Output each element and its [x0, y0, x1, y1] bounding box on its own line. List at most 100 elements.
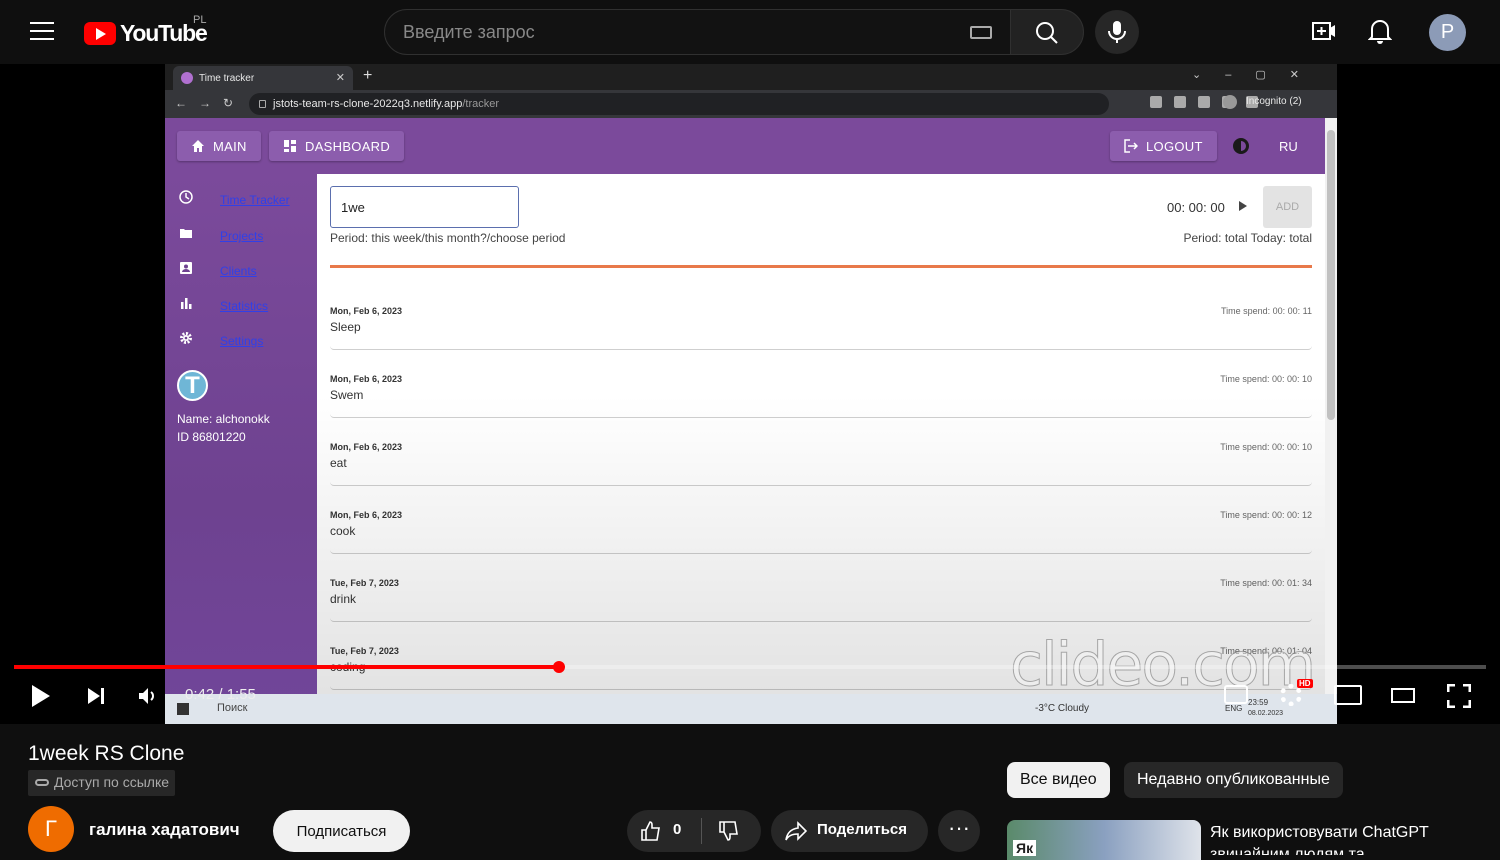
thumbs-up-icon[interactable]	[641, 821, 661, 841]
progress-bar[interactable]	[14, 661, 1486, 673]
extension-icons[interactable]	[1150, 96, 1258, 108]
folder-icon	[180, 229, 192, 238]
browser-nav-icons[interactable]: ←→↻	[175, 96, 245, 110]
windows-start-icon	[177, 703, 189, 715]
language-switch[interactable]: RU	[1279, 139, 1298, 154]
channel-name[interactable]: галина хадатович	[89, 820, 240, 840]
sidebar-link-settings[interactable]: Settings	[220, 334, 263, 348]
task-entry[interactable]: Mon, Feb 6, 2023 eat Time spend: 00: 00:…	[330, 442, 1312, 486]
microphone-icon	[1108, 21, 1126, 43]
contact-icon	[180, 262, 192, 274]
region-code: PL	[193, 14, 207, 26]
task-entry[interactable]: Mon, Feb 6, 2023 Swem Time spend: 00: 00…	[330, 374, 1312, 418]
link-icon	[35, 779, 49, 786]
user-name: Name: alchonokk	[177, 412, 270, 426]
thumbs-down-icon[interactable]	[719, 821, 739, 841]
search-input[interactable]	[403, 10, 963, 54]
recommended-video-title[interactable]: Як використовувати ChatGPT звичайним люд…	[1210, 822, 1480, 855]
progress-scrubber[interactable]	[552, 661, 565, 673]
sidebar-item-time-tracker[interactable]: Time Tracker	[165, 190, 317, 210]
taskbar-date: 08.02.2023	[1248, 710, 1284, 717]
sidebar-link-projects[interactable]: Projects	[220, 229, 263, 243]
theme-toggle-icon[interactable]	[1233, 138, 1249, 154]
sidebar-link-statistics[interactable]: Statistics	[220, 299, 268, 313]
sidebar-item-statistics[interactable]: Statistics	[165, 296, 317, 316]
window-controls[interactable]: ⌄–▢✕	[1192, 68, 1323, 81]
like-separator	[701, 818, 702, 844]
like-count: 0	[673, 821, 682, 838]
gear-icon	[180, 332, 192, 344]
translate-icon[interactable]	[1150, 96, 1162, 108]
search-box	[384, 9, 1011, 55]
tab-close-icon[interactable]: ✕	[336, 71, 345, 84]
next-video-icon[interactable]	[86, 686, 106, 706]
clock-icon	[179, 190, 193, 204]
main-button[interactable]: MAIN	[177, 131, 261, 161]
incognito-label[interactable]: Incognito (2)	[1246, 96, 1302, 107]
chip-all-videos[interactable]: Все видео	[1007, 762, 1110, 798]
timer-display: 00: 00: 00	[1167, 200, 1225, 215]
visibility-badge: Доступ по ссылке	[28, 770, 176, 796]
user-avatar: T	[177, 370, 208, 401]
youtube-logo[interactable]: YouTube	[84, 20, 208, 47]
url-field[interactable]: jstots-team-rs-clone-2022q3.netlify.app/…	[249, 93, 1109, 115]
tab-favicon-icon	[181, 72, 193, 84]
logout-button[interactable]: LOGOUT	[1110, 131, 1217, 161]
search-icon	[1036, 22, 1058, 44]
theater-mode-icon[interactable]	[1391, 688, 1415, 703]
sidebar-item-projects[interactable]: Projects	[165, 226, 317, 246]
youtube-header: YouTube PL P	[0, 0, 1500, 64]
browser-tab[interactable]: Time tracker ✕	[173, 66, 353, 90]
volume-icon[interactable]	[138, 686, 158, 706]
add-task-button[interactable]: ADD	[1263, 186, 1312, 228]
menu-icon[interactable]	[30, 22, 54, 40]
sidebar-link-time-tracker[interactable]: Time Tracker	[220, 193, 290, 207]
star-icon[interactable]	[1174, 96, 1186, 108]
entry-date: Tue, Feb 7, 2023	[330, 578, 399, 588]
taskbar-weather: -3°C Cloudy	[1035, 703, 1090, 714]
tab-title: Time tracker	[199, 73, 255, 84]
extension-icon[interactable]	[1198, 96, 1210, 108]
dashboard-button[interactable]: DASHBOARD	[269, 131, 405, 161]
voice-search-button[interactable]	[1095, 10, 1139, 54]
page-scrollbar[interactable]	[1325, 118, 1337, 724]
entry-title: Swem	[330, 388, 364, 402]
new-tab-icon[interactable]: +	[363, 67, 372, 85]
like-dislike-group: 0	[627, 810, 761, 852]
entry-date: Mon, Feb 6, 2023	[330, 510, 403, 520]
task-entry[interactable]: Mon, Feb 6, 2023 Sleep Time spend: 00: 0…	[330, 306, 1312, 350]
main-button-label: MAIN	[213, 138, 247, 154]
task-entry[interactable]: Tue, Feb 7, 2023 drink Time spend: 00: 0…	[330, 578, 1312, 622]
task-entry[interactable]: Mon, Feb 6, 2023 cook Time spend: 00: 00…	[330, 510, 1312, 554]
play-icon[interactable]	[32, 685, 50, 707]
share-button[interactable]: Поделиться	[771, 810, 928, 852]
more-actions-button[interactable]: ···	[938, 810, 980, 852]
keyboard-icon[interactable]	[970, 26, 992, 39]
timer-play-icon[interactable]	[1239, 201, 1247, 211]
chip-recently-uploaded[interactable]: Недавно опубликованные	[1124, 762, 1343, 798]
fullscreen-icon[interactable]	[1447, 684, 1471, 708]
sidebar-item-clients[interactable]: Clients	[165, 261, 317, 281]
url-path: /tracker	[462, 98, 500, 110]
subscribe-button[interactable]: Подписаться	[273, 810, 410, 852]
video-player[interactable]: Time tracker ✕ + ⌄–▢✕ ←→↻ jstots-team-rs…	[0, 64, 1500, 724]
app-sidebar: Time Tracker Projects Clients Statistics…	[165, 174, 317, 724]
search-button[interactable]	[1010, 9, 1084, 55]
sidebar-link-clients[interactable]: Clients	[220, 264, 257, 278]
entry-title: eat	[330, 456, 347, 470]
create-video-icon[interactable]	[1312, 21, 1336, 41]
channel-avatar[interactable]: Г	[28, 806, 74, 852]
thumbnail-text: Як	[1013, 840, 1037, 856]
task-name-input[interactable]	[330, 186, 519, 228]
sidebar-item-settings[interactable]: Settings	[165, 331, 317, 351]
period-selector[interactable]: Period: this week/this month?/choose per…	[330, 231, 565, 245]
logout-icon	[1124, 139, 1138, 153]
miniplayer-icon[interactable]	[1334, 685, 1362, 705]
notifications-bell-icon[interactable]	[1368, 18, 1392, 44]
share-label: Поделиться	[817, 821, 908, 838]
subtitles-icon[interactable]	[1224, 685, 1248, 704]
recommended-video-thumbnail[interactable]: Як	[1007, 820, 1201, 860]
account-avatar[interactable]: P	[1429, 14, 1466, 51]
scroll-thumb[interactable]	[1327, 130, 1335, 420]
video-title: 1week RS Clone	[28, 742, 185, 765]
